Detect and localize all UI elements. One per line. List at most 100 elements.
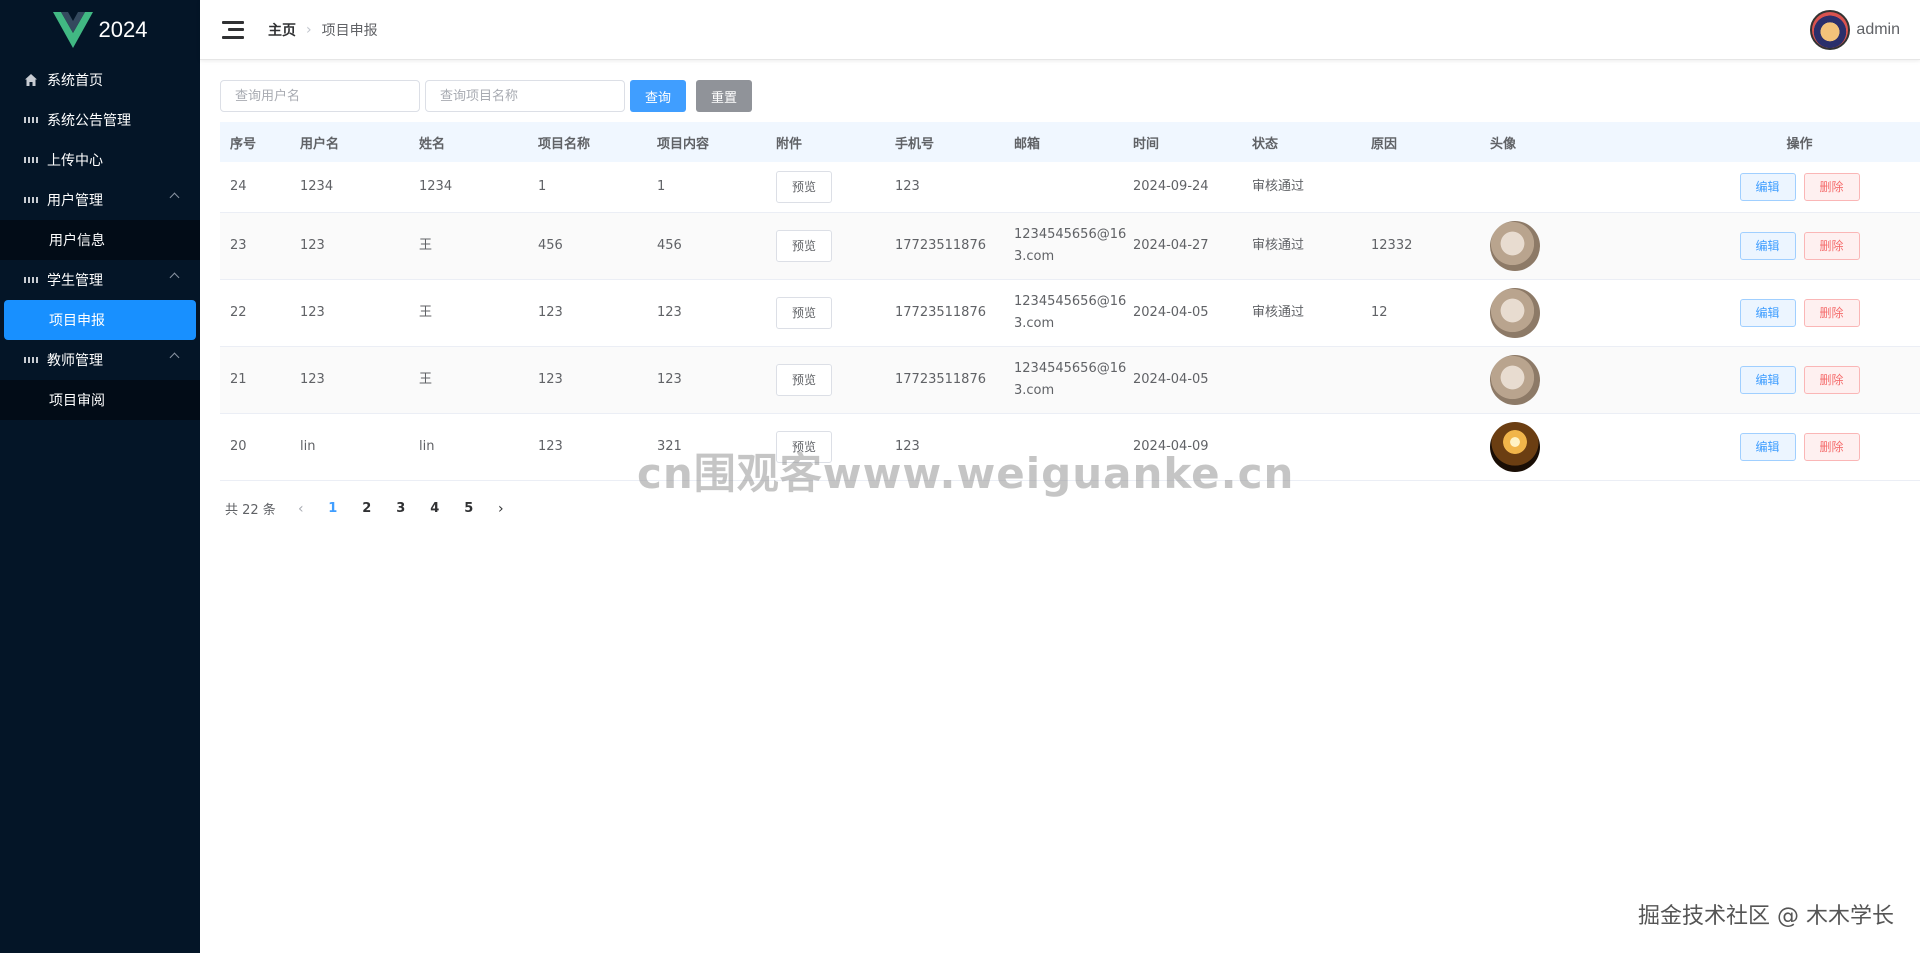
- chevron-left-icon[interactable]: ‹: [286, 501, 316, 517]
- sidebar-item-label: 用户信息: [49, 233, 105, 249]
- page-number[interactable]: 2: [352, 501, 382, 516]
- delete-button[interactable]: 删除: [1803, 432, 1860, 461]
- reset-button[interactable]: 重置: [696, 80, 752, 112]
- preview-button[interactable]: 预览: [776, 229, 832, 262]
- email-line: 1234545656@16: [1014, 226, 1127, 242]
- page-number[interactable]: 5: [454, 501, 484, 516]
- query-button[interactable]: 查询: [630, 80, 686, 112]
- cell-actions: 编辑 删除: [1599, 162, 1920, 213]
- chevron-up-icon: [169, 352, 180, 363]
- page-number[interactable]: 3: [386, 501, 416, 516]
- column-header: 手机号: [885, 122, 1004, 162]
- cell-project: 1: [528, 162, 647, 213]
- sidebar-group-student[interactable]: 学生管理: [0, 260, 200, 300]
- pagination-total: 共 22 条: [225, 503, 276, 518]
- cell-actions: 编辑 删除: [1599, 346, 1920, 414]
- cell-status: [1242, 413, 1361, 481]
- sidebar-item-label: 学生管理: [47, 273, 103, 289]
- cell-reason: [1361, 413, 1480, 481]
- sidebar-item-label: 项目申报: [49, 313, 105, 329]
- sidebar: 2024 系统首页 系统公告管理 上传中心 用户管理 用户信息 学生管理 项目申…: [0, 0, 200, 953]
- delete-button[interactable]: 删除: [1803, 365, 1860, 394]
- sidebar-item-project-review[interactable]: 项目审阅: [0, 380, 200, 420]
- sidebar-item-home[interactable]: 系统首页: [0, 60, 200, 100]
- column-header: 操作: [1599, 122, 1920, 162]
- chevron-up-icon: [169, 192, 180, 203]
- grid-icon: [24, 153, 38, 167]
- cell-content: 123: [647, 279, 766, 347]
- avatar-image: [1490, 220, 1540, 271]
- cell-actions: 编辑 删除: [1599, 212, 1920, 280]
- cell-actions: 编辑 删除: [1599, 279, 1920, 347]
- cell-phone: 17723511876: [885, 212, 1004, 280]
- chevron-up-icon: [169, 272, 180, 283]
- email-line: 3.com: [1014, 248, 1055, 264]
- sidebar-group-teacher[interactable]: 教师管理: [0, 340, 200, 380]
- cell-content: 1: [647, 162, 766, 213]
- cell-project: 123: [528, 346, 647, 414]
- page-number[interactable]: 4: [420, 501, 450, 516]
- cell-avatar: [1480, 346, 1599, 414]
- cell-date: 2024-09-24: [1123, 162, 1242, 213]
- search-bar: 查询 重置: [220, 80, 1900, 112]
- sidebar-item-project-apply[interactable]: 项目申报: [4, 300, 196, 340]
- edit-button[interactable]: 编辑: [1739, 365, 1796, 394]
- column-header: 姓名: [409, 122, 528, 162]
- page-number[interactable]: 1: [318, 501, 348, 516]
- breadcrumb: 主页 › 项目申报: [268, 20, 378, 40]
- grid-icon: [24, 353, 38, 367]
- column-header: 头像: [1480, 122, 1599, 162]
- cell-status: 审核通过: [1242, 212, 1361, 280]
- sidebar-item-user-info[interactable]: 用户信息: [0, 220, 200, 260]
- edit-button[interactable]: 编辑: [1739, 231, 1796, 260]
- chevron-right-icon[interactable]: ›: [486, 501, 516, 517]
- preview-button[interactable]: 预览: [776, 296, 832, 329]
- sidebar-menu: 系统首页 系统公告管理 上传中心 用户管理 用户信息 学生管理 项目申报 教师管…: [0, 60, 200, 420]
- cell-attachment: 预览: [766, 212, 885, 280]
- edit-button[interactable]: 编辑: [1739, 298, 1796, 327]
- project-search-input[interactable]: [425, 80, 625, 112]
- delete-button[interactable]: 删除: [1803, 172, 1860, 201]
- username-search-input[interactable]: [220, 80, 420, 112]
- sidebar-item-label: 用户管理: [47, 193, 103, 209]
- cell-actions: 编辑 删除: [1599, 413, 1920, 481]
- sidebar-item-upload[interactable]: 上传中心: [0, 140, 200, 180]
- cell-date: 2024-04-05: [1123, 279, 1242, 347]
- preview-button[interactable]: 预览: [776, 430, 832, 463]
- column-header: 原因: [1361, 122, 1480, 162]
- cell-email: [1004, 162, 1123, 213]
- cell-attachment: 预览: [766, 162, 885, 213]
- preview-button[interactable]: 预览: [776, 170, 832, 203]
- sidebar-item-notice[interactable]: 系统公告管理: [0, 100, 200, 140]
- column-header: 时间: [1123, 122, 1242, 162]
- cell-name: lin: [409, 413, 528, 481]
- delete-button[interactable]: 删除: [1803, 298, 1860, 327]
- column-header: 序号: [220, 122, 290, 162]
- delete-button[interactable]: 删除: [1803, 231, 1860, 260]
- breadcrumb-current: 项目申报: [321, 22, 378, 39]
- cell-attachment: 预览: [766, 279, 885, 347]
- cell-attachment: 预览: [766, 346, 885, 414]
- breadcrumb-separator-icon: ›: [306, 21, 312, 38]
- cell-content: 123: [647, 346, 766, 414]
- grid-icon: [24, 113, 38, 127]
- cell-name: 王: [409, 279, 528, 347]
- preview-button[interactable]: 预览: [776, 363, 832, 396]
- cell-status: 审核通过: [1242, 279, 1361, 347]
- breadcrumb-home[interactable]: 主页: [268, 20, 296, 40]
- menu-toggle-icon[interactable]: [222, 20, 244, 39]
- cell-username: 123: [290, 279, 409, 347]
- cell-date: 2024-04-27: [1123, 212, 1242, 280]
- table-row: 20 lin lin 123 321 预览 123 2024-04-09 编辑删…: [220, 413, 1920, 481]
- edit-button[interactable]: 编辑: [1739, 172, 1796, 201]
- sidebar-group-user[interactable]: 用户管理: [0, 180, 200, 220]
- user-name: admin: [1856, 21, 1900, 38]
- user-menu[interactable]: admin: [1810, 10, 1900, 50]
- table-row: 23 123 王 456 456 预览 17723511876 12345456…: [220, 212, 1920, 280]
- table-row: 24 1234 1234 1 1 预览 123 2024-09-24 审核通过 …: [220, 162, 1920, 213]
- logo-text: 2024: [98, 17, 148, 42]
- edit-button[interactable]: 编辑: [1739, 432, 1796, 461]
- cell-email: 1234545656@16 3.com: [1004, 346, 1126, 414]
- cell-status: 审核通过: [1242, 162, 1361, 213]
- grid-icon: [24, 273, 38, 287]
